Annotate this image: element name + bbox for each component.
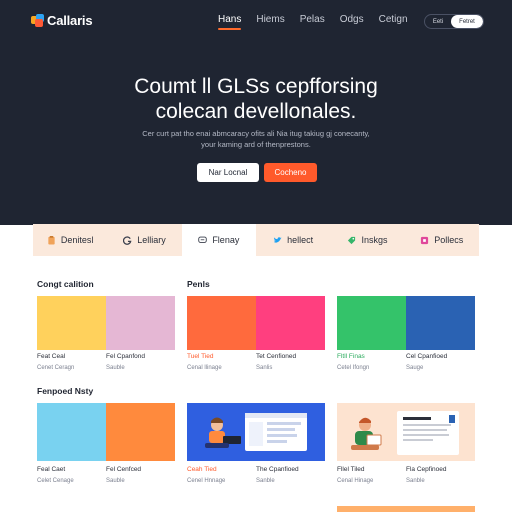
brand-logo[interactable]: Callaris bbox=[31, 13, 93, 28]
card-meta: Cenel Hnnage bbox=[187, 478, 226, 484]
card-meta: Cetel Ifongn bbox=[337, 365, 370, 371]
logo-mark-icon bbox=[31, 14, 44, 27]
card-meta: Cenet Ceragn bbox=[37, 365, 75, 371]
bird-icon bbox=[274, 236, 282, 243]
card-title[interactable]: Ceah Tied bbox=[187, 466, 217, 473]
workspace-illustration-icon bbox=[205, 413, 307, 451]
color-tile[interactable] bbox=[187, 296, 256, 350]
card-title[interactable]: Fel Cpanfond bbox=[106, 353, 145, 360]
card-title[interactable]: Tuel Tied bbox=[187, 353, 214, 360]
color-tile[interactable] bbox=[37, 296, 106, 350]
color-tile[interactable] bbox=[106, 296, 175, 350]
card-meta: Sauge bbox=[406, 365, 424, 371]
category-tab-4[interactable]: hellect bbox=[256, 224, 330, 256]
card-meta: Celet Cenage bbox=[37, 478, 74, 484]
hero-subtitle-line-2: your kaming ard of thenprestons. bbox=[201, 140, 311, 149]
primary-cta-button[interactable]: Nar Locnal bbox=[197, 163, 259, 182]
card-meta: Sanble bbox=[406, 478, 425, 484]
top-nav: Hans Hiems Pelas Odgs Cetign bbox=[218, 14, 408, 30]
accent-cta-button[interactable]: Cocheno bbox=[264, 163, 317, 182]
card-title[interactable]: The Cpanfioed bbox=[256, 466, 299, 473]
sign-up-button[interactable]: Fetret bbox=[451, 15, 483, 28]
category-bar: Denitesl Lelliary Flenay hellect Inskgs … bbox=[33, 224, 479, 256]
hero-title-line-2: colecan devellonales. bbox=[155, 100, 357, 123]
nav-item-1[interactable]: Hans bbox=[218, 14, 242, 30]
tag-icon bbox=[348, 236, 356, 244]
card-title[interactable]: Fel Cenfced bbox=[106, 466, 141, 473]
card-title[interactable]: Tet Cenfioned bbox=[256, 353, 296, 360]
color-tile[interactable] bbox=[337, 296, 406, 350]
sign-in-button[interactable]: Eeti bbox=[425, 19, 451, 25]
card-meta: Cenal Hinage bbox=[337, 478, 374, 484]
card-meta: Sauble bbox=[106, 365, 125, 371]
card-title[interactable]: Feat Ceal bbox=[37, 353, 65, 360]
nav-item-2[interactable]: Hiems bbox=[256, 14, 284, 30]
color-tile[interactable] bbox=[106, 403, 175, 461]
category-tab-5[interactable]: Inskgs bbox=[330, 224, 404, 256]
auth-toggle: Eeti Fetret bbox=[424, 14, 484, 29]
hero-subtitle: Cer curt pat tho enai abmcaracy ofits al… bbox=[110, 128, 402, 150]
category-label-5: Inskgs bbox=[361, 235, 388, 245]
category-label-2: Lelliary bbox=[137, 235, 166, 245]
card-meta: Sanble bbox=[256, 478, 275, 484]
category-tab-6[interactable]: Pollecs bbox=[405, 224, 479, 256]
section-heading-3: Fenpoed Nsty bbox=[37, 386, 94, 396]
square-icon bbox=[421, 236, 429, 244]
clipboard-icon bbox=[48, 235, 55, 245]
card-title[interactable]: Cel Cpanfioed bbox=[406, 353, 447, 360]
hero-title-line-1: Coumt ll GLSs cepfforsing bbox=[134, 75, 378, 98]
color-tile[interactable] bbox=[406, 296, 475, 350]
g-icon bbox=[123, 235, 132, 245]
nav-item-5[interactable]: Cetign bbox=[379, 14, 408, 30]
card-title[interactable]: Feal Caet bbox=[37, 466, 65, 473]
category-label-6: Pollecs bbox=[434, 235, 464, 245]
category-tab-1[interactable]: Denitesl bbox=[33, 224, 107, 256]
hero-section: Callaris Hans Hiems Pelas Odgs Cetign Ee… bbox=[0, 0, 512, 225]
category-label-3: Flenay bbox=[212, 235, 240, 245]
chat-icon bbox=[198, 236, 208, 243]
section-heading-1: Congt calition bbox=[37, 279, 94, 289]
illustration-card[interactable] bbox=[187, 403, 325, 461]
color-tile[interactable] bbox=[256, 296, 325, 350]
color-tile[interactable] bbox=[337, 506, 475, 512]
category-tab-2[interactable]: Lelliary bbox=[107, 224, 181, 256]
category-label-4: hellect bbox=[287, 235, 314, 245]
hero-title: Coumt ll GLSs cepfforsing colecan devell… bbox=[0, 74, 512, 124]
section-heading-2: Penls bbox=[187, 279, 210, 289]
nav-item-3[interactable]: Pelas bbox=[300, 14, 325, 30]
card-title[interactable]: Fltll Finas bbox=[337, 353, 365, 360]
card-meta: Sauble bbox=[106, 478, 125, 484]
category-label-1: Denitesl bbox=[60, 235, 94, 245]
nav-item-4[interactable]: Odgs bbox=[340, 14, 364, 30]
card-meta: Cenal llinage bbox=[187, 365, 222, 371]
color-tile[interactable] bbox=[37, 403, 106, 461]
card-title[interactable]: Fllel Tiled bbox=[337, 466, 364, 473]
card-title[interactable]: Fla Cepfinoed bbox=[406, 466, 446, 473]
hero-subtitle-line-1: Cer curt pat tho enai abmcaracy ofits al… bbox=[142, 129, 370, 138]
brand-name: Callaris bbox=[47, 13, 93, 28]
card-meta: Sanlis bbox=[256, 365, 273, 371]
category-tab-3[interactable]: Flenay bbox=[181, 224, 256, 256]
reading-illustration-icon bbox=[351, 411, 459, 455]
illustration-card[interactable] bbox=[337, 403, 475, 461]
